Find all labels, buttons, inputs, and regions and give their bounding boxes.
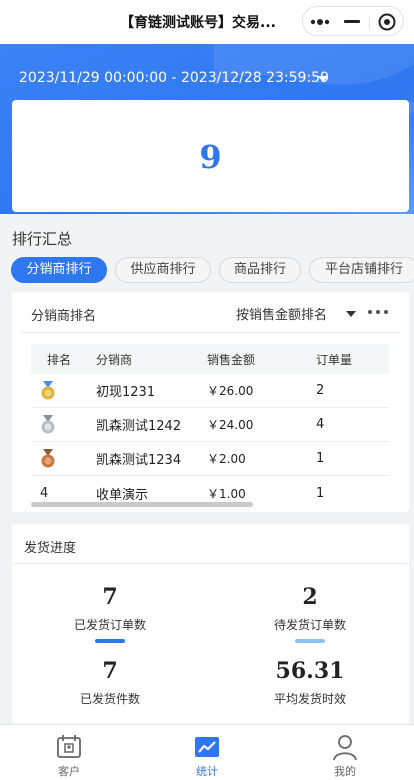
- gold-medal-icon: [40, 374, 80, 407]
- shipped-items-stat: 7 已发货件数: [20, 658, 200, 707]
- table-row[interactable]: 凯森测试1242 ￥24.00 4: [31, 408, 389, 442]
- minimize-icon: [344, 20, 360, 23]
- bottom-tab-bar: 客户 统计 我的: [0, 724, 414, 780]
- bronze-medal-icon: [40, 442, 80, 475]
- avg-ship-time-stat: 56.31 平均发货时效: [220, 658, 400, 707]
- divider: [12, 563, 409, 564]
- sort-select[interactable]: 按销售金额排名: [236, 304, 327, 323]
- card-title: 发货进度: [24, 541, 77, 556]
- caret-down-icon[interactable]: [318, 76, 328, 82]
- order-count: 2: [316, 383, 325, 398]
- stat-label: 已发货订单数: [73, 618, 146, 632]
- tab-customers[interactable]: 客户: [0, 725, 138, 780]
- sales-amount: ￥26.00: [207, 384, 254, 398]
- tab-product-ranking[interactable]: 商品排行: [219, 257, 301, 283]
- stat-value: 7: [102, 584, 118, 610]
- chevron-down-icon[interactable]: [346, 311, 356, 317]
- table-row[interactable]: 凯森测试1234 ￥2.00 1: [31, 442, 389, 476]
- progress-indicator: [95, 639, 125, 643]
- stat-value: 7: [102, 658, 118, 684]
- progress-indicator: [295, 639, 325, 643]
- more-dots-icon: [310, 19, 330, 25]
- summary-card: 9: [12, 100, 409, 212]
- minimize-button[interactable]: [335, 7, 369, 37]
- page-title: 【育链测试账号】交易...: [120, 15, 276, 31]
- pending-orders-stat: 2 待发货订单数: [220, 584, 400, 643]
- column-header-amount: 销售金额: [207, 352, 256, 367]
- table-row[interactable]: 初现1231 ￥26.00 2: [31, 374, 389, 408]
- tab-statistics[interactable]: 统计: [138, 725, 276, 780]
- shipping-progress-card: 发货进度 7 已发货订单数 2 待发货订单数 7 已发货件数 56.31 平均发…: [12, 524, 409, 724]
- column-header-rank: 排名: [47, 352, 72, 367]
- close-button[interactable]: [370, 7, 404, 37]
- stat-label: 已发货件数: [79, 692, 140, 706]
- tab-store-ranking[interactable]: 平台店铺排行: [309, 257, 414, 283]
- sales-amount: ￥2.00: [207, 452, 246, 466]
- more-dots-button[interactable]: [303, 7, 337, 37]
- tab-supplier-ranking[interactable]: 供应商排行: [115, 257, 211, 283]
- stat-label: 平均发货时效: [273, 692, 346, 706]
- card-title: 分销商排名: [31, 309, 97, 324]
- sales-amount: ￥24.00: [207, 418, 254, 432]
- title-bar: 【育链测试账号】交易...: [0, 0, 414, 44]
- header-banner: 2023/11/29 00:00:00 - 2023/12/28 23:59:5…: [0, 44, 414, 214]
- more-icon[interactable]: [368, 304, 388, 320]
- close-circle-icon: [378, 13, 396, 31]
- divider: [20, 332, 400, 333]
- chart-icon: [195, 737, 219, 757]
- distributor-name: 初现1231: [96, 385, 156, 400]
- stat-label: 待发货订单数: [273, 618, 346, 632]
- summary-count: 9: [199, 138, 222, 176]
- tab-distributor-ranking[interactable]: 分销商排行: [11, 257, 107, 283]
- ranking-section-title: 排行汇总: [12, 230, 73, 248]
- capsule-menu: [302, 6, 404, 36]
- tab-label: 客户: [58, 765, 80, 778]
- date-range-picker[interactable]: 2023/11/29 00:00:00 - 2023/12/28 23:59:5…: [19, 70, 329, 86]
- tab-mine[interactable]: 我的: [276, 725, 414, 780]
- silver-medal-icon: [40, 408, 80, 441]
- ranking-tabs: 分销商排行 供应商排行 商品排行 平台店铺排行: [11, 257, 414, 283]
- stat-value: 2: [302, 584, 318, 610]
- column-header-distributor: 分销商: [96, 352, 133, 367]
- distributor-name: 凯森测试1234: [96, 453, 182, 468]
- distributor-name: 凯森测试1242: [96, 419, 182, 434]
- column-header-orders: 订单量: [316, 352, 353, 367]
- customer-icon: [57, 735, 81, 758]
- table-header: 排名 分销商 销售金额 订单量: [31, 344, 389, 374]
- shipped-orders-stat: 7 已发货订单数: [20, 584, 200, 643]
- order-count: 1: [316, 451, 325, 466]
- tab-label: 我的: [334, 765, 356, 778]
- user-icon: [333, 735, 357, 761]
- tab-label: 统计: [196, 765, 218, 778]
- stat-value: 56.31: [275, 658, 345, 684]
- horizontal-scrollbar[interactable]: [31, 502, 253, 507]
- distributor-ranking-card: 分销商排名 按销售金额排名 排名 分销商 销售金额 订单量 初现1231 ￥26…: [12, 292, 409, 512]
- order-count: 4: [316, 417, 325, 432]
- order-count: 1: [316, 485, 325, 501]
